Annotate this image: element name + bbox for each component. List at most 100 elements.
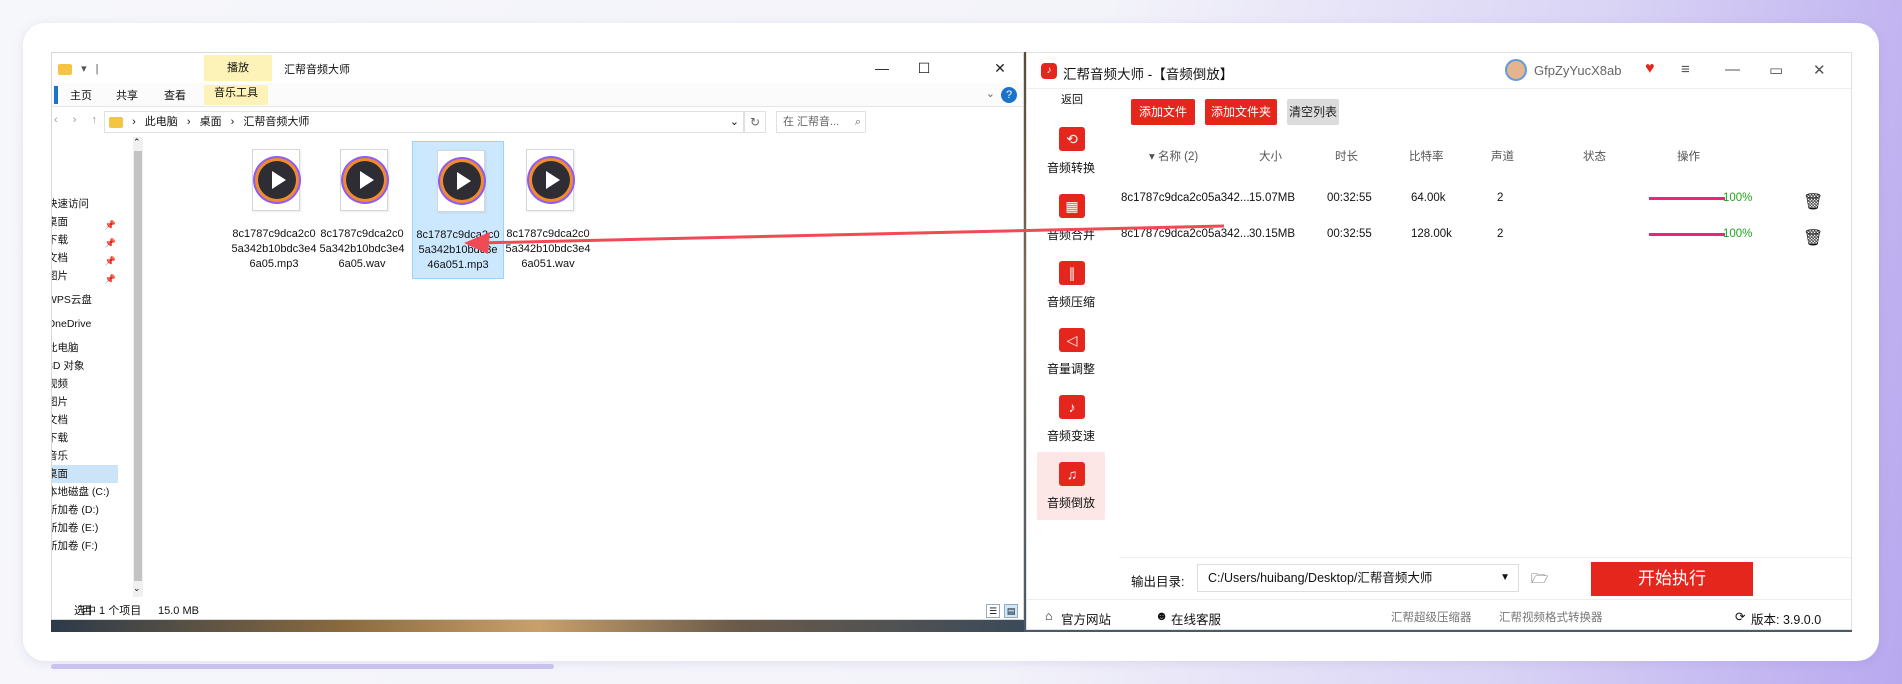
support-icon[interactable]: ☻ bbox=[1155, 609, 1168, 623]
nav-item[interactable]: 文档 📌 bbox=[52, 249, 118, 267]
file-item[interactable]: 8c1787c9dca2c05a342b10bdc3e46a05.wav bbox=[316, 141, 408, 279]
nav-item[interactable]: 音乐 bbox=[52, 447, 118, 465]
nav-item[interactable]: 图片 bbox=[52, 393, 118, 411]
video-converter-link[interactable]: 汇帮视频格式转换器 bbox=[1499, 609, 1603, 625]
tool-item[interactable]: ∥ 音频压缩 bbox=[1037, 251, 1105, 319]
scroll-down-icon[interactable]: ⌄ bbox=[133, 583, 141, 594]
pin-icon: 📌 bbox=[104, 274, 116, 284]
tab-share[interactable]: 共享 bbox=[116, 87, 138, 103]
maximize-button[interactable]: ☐ bbox=[904, 57, 944, 79]
menu-icon[interactable]: ≡ bbox=[1681, 61, 1690, 78]
tool-item[interactable]: ♪ 音频变速 bbox=[1037, 385, 1105, 453]
details-view-icon[interactable]: ☰ bbox=[986, 604, 1000, 618]
table-row[interactable]: 8c1787c9dca2c05a342... 30.15MB 00:32:55 128… bbox=[1119, 217, 1851, 253]
dropdown-icon[interactable]: ▾ bbox=[81, 62, 87, 75]
version-refresh-icon[interactable]: ⟳ bbox=[1735, 609, 1745, 624]
folder-icon[interactable] bbox=[58, 63, 72, 75]
compressor-link[interactable]: 汇帮超级压缩器 bbox=[1391, 609, 1472, 625]
start-button[interactable]: 开始执行 bbox=[1591, 562, 1753, 596]
address-dropdown-icon[interactable]: ⌄ bbox=[730, 112, 739, 132]
col-status: 状态 bbox=[1583, 151, 1606, 163]
tool-item[interactable]: ⟲ 音频转换 bbox=[1037, 117, 1105, 185]
nav-item[interactable]: 新加卷 (E:) bbox=[52, 519, 118, 537]
nav-item-label: 视频 bbox=[52, 378, 68, 390]
icons-view-icon[interactable]: ▤ bbox=[1004, 604, 1018, 618]
tool-icon: ▦ bbox=[1059, 194, 1085, 218]
scroll-up-icon[interactable]: ⌃ bbox=[133, 137, 141, 148]
file-name: 8c1787c9dca2c05a342b10bdc3e46a05.wav bbox=[319, 228, 405, 270]
cell-bitrate: 128.00k bbox=[1411, 228, 1452, 240]
username[interactable]: GfpZyYucX8ab bbox=[1534, 63, 1621, 78]
nav-item[interactable]: 桌面 📌 bbox=[52, 213, 118, 231]
media-play-icon bbox=[443, 162, 481, 200]
clear-list-button[interactable]: 清空列表 bbox=[1287, 99, 1339, 125]
refresh-icon[interactable]: ↻ bbox=[744, 111, 766, 133]
minimize-button[interactable]: — bbox=[1725, 61, 1740, 78]
trash-icon[interactable]: 🗑 bbox=[1803, 228, 1823, 248]
vip-heart-icon[interactable]: ♥ bbox=[1645, 60, 1655, 78]
nav-item[interactable]: 本地磁盘 (C:) bbox=[52, 483, 118, 501]
nav-item[interactable]: WPS云盘 bbox=[52, 291, 118, 309]
status-bar: 4 个项目 选中 1 个项目 15.0 MB ☰ ▤ bbox=[52, 601, 1023, 621]
close-button[interactable]: ✕ bbox=[980, 57, 1020, 79]
tab-music-tools[interactable]: 音乐工具 bbox=[204, 85, 268, 105]
col-ops: 操作 bbox=[1677, 151, 1700, 163]
nav-item[interactable]: 下载 bbox=[52, 429, 118, 447]
add-file-button[interactable]: 添加文件 bbox=[1131, 99, 1195, 125]
breadcrumb-this-pc[interactable]: 此电脑 bbox=[145, 116, 178, 128]
tool-item[interactable]: ♫ 音频倒放 bbox=[1037, 452, 1105, 520]
ribbon-expand-icon[interactable]: ⌄ bbox=[986, 87, 995, 100]
nav-item[interactable]: 图片 📌 bbox=[52, 267, 118, 285]
address-bar[interactable]: › 此电脑 › 桌面 › 汇帮音频大师 ⌄ bbox=[104, 111, 744, 133]
add-folder-button[interactable]: 添加文件夹 bbox=[1205, 99, 1277, 125]
col-name[interactable]: ▾ 名称 (2) bbox=[1149, 148, 1198, 164]
tab-home[interactable]: 主页 bbox=[70, 87, 92, 103]
tool-item[interactable]: ◁ 音量调整 bbox=[1037, 318, 1105, 386]
nav-item[interactable]: 此电脑 bbox=[52, 339, 118, 357]
maximize-button[interactable]: ▭ bbox=[1769, 61, 1783, 79]
search-input[interactable]: 在 汇帮音... ⌕ bbox=[776, 111, 866, 133]
scroll-thumb[interactable] bbox=[134, 151, 142, 581]
minimize-button[interactable]: — bbox=[862, 57, 902, 79]
nav-arrows-icon[interactable]: ‹ › ↑ bbox=[54, 114, 103, 126]
table-row[interactable]: 8c1787c9dca2c05a342... 15.07MB 00:32:55 64.… bbox=[1119, 181, 1851, 217]
nav-item-label: 此电脑 bbox=[52, 342, 79, 354]
support-link[interactable]: 在线客服 bbox=[1171, 609, 1221, 628]
output-directory-bar: 输出目录: C:/Users/huibang/Desktop/汇帮音频大师 ▼ … bbox=[1119, 557, 1851, 597]
open-folder-icon[interactable]: 🗁 bbox=[1531, 568, 1548, 592]
app-title: 汇帮音频大师 -【音频倒放】 bbox=[1063, 67, 1234, 82]
nav-scrollbar[interactable]: ⌃ ⌄ bbox=[133, 137, 143, 597]
home-icon[interactable]: ⌂ bbox=[1045, 609, 1053, 623]
nav-item[interactable]: OneDrive bbox=[52, 315, 118, 333]
nav-item[interactable]: 视频 bbox=[52, 375, 118, 393]
contextual-tab-play[interactable]: 播放 bbox=[204, 55, 272, 81]
nav-item[interactable]: 新加卷 (F:) bbox=[52, 537, 118, 555]
help-icon[interactable]: ? bbox=[1001, 87, 1017, 103]
dropdown-icon[interactable]: ▼ bbox=[1500, 565, 1510, 591]
folder-icon bbox=[109, 116, 123, 128]
trash-icon[interactable]: 🗑 bbox=[1803, 192, 1823, 212]
file-item[interactable]: 8c1787c9dca2c05a342b10bdc3e46a051.mp3 bbox=[412, 141, 504, 279]
tab-view[interactable]: 查看 bbox=[164, 87, 186, 103]
breadcrumb-folder[interactable]: 汇帮音频大师 bbox=[243, 116, 309, 128]
file-item[interactable]: 8c1787c9dca2c05a342b10bdc3e46a05.mp3 bbox=[228, 141, 320, 279]
output-path-select[interactable]: C:/Users/huibang/Desktop/汇帮音频大师 ▼ bbox=[1197, 564, 1519, 592]
breadcrumb-desktop[interactable]: 桌面 bbox=[200, 116, 222, 128]
search-icon: ⌕ bbox=[854, 116, 861, 128]
cell-bitrate: 64.00k bbox=[1411, 192, 1446, 204]
file-item[interactable]: 8c1787c9dca2c05a342b10bdc3e46a051.wav bbox=[502, 141, 594, 279]
nav-item[interactable]: 文档 bbox=[52, 411, 118, 429]
back-button[interactable]: 返回 bbox=[1037, 91, 1107, 107]
nav-item[interactable]: 桌面 bbox=[52, 465, 118, 483]
tool-item[interactable]: ▦ 音频合并 bbox=[1037, 184, 1105, 252]
nav-item[interactable]: 新加卷 (D:) bbox=[52, 501, 118, 519]
nav-item[interactable]: 快速访问 bbox=[52, 195, 118, 213]
nav-item[interactable]: 下载 📌 bbox=[52, 231, 118, 249]
close-button[interactable]: ✕ bbox=[1813, 61, 1826, 79]
nav-item[interactable]: 3D 对象 bbox=[52, 357, 118, 375]
website-link[interactable]: 官方网站 bbox=[1061, 609, 1111, 628]
pin-icon: 📌 bbox=[104, 238, 116, 248]
avatar[interactable] bbox=[1505, 59, 1527, 81]
file-tab-marker[interactable] bbox=[54, 86, 58, 104]
tool-label: 音频合并 bbox=[1046, 228, 1095, 242]
